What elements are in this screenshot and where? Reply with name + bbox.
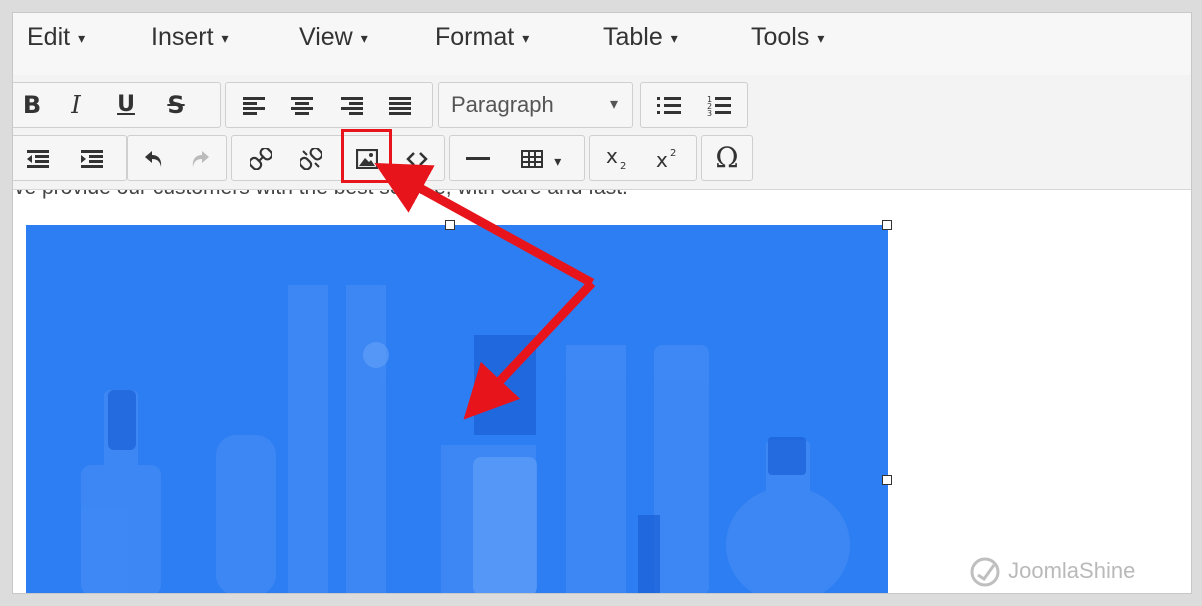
arrow-to-image [463, 279, 596, 420]
arrow-to-image-button [374, 162, 595, 287]
annotation-arrows [374, 162, 596, 420]
